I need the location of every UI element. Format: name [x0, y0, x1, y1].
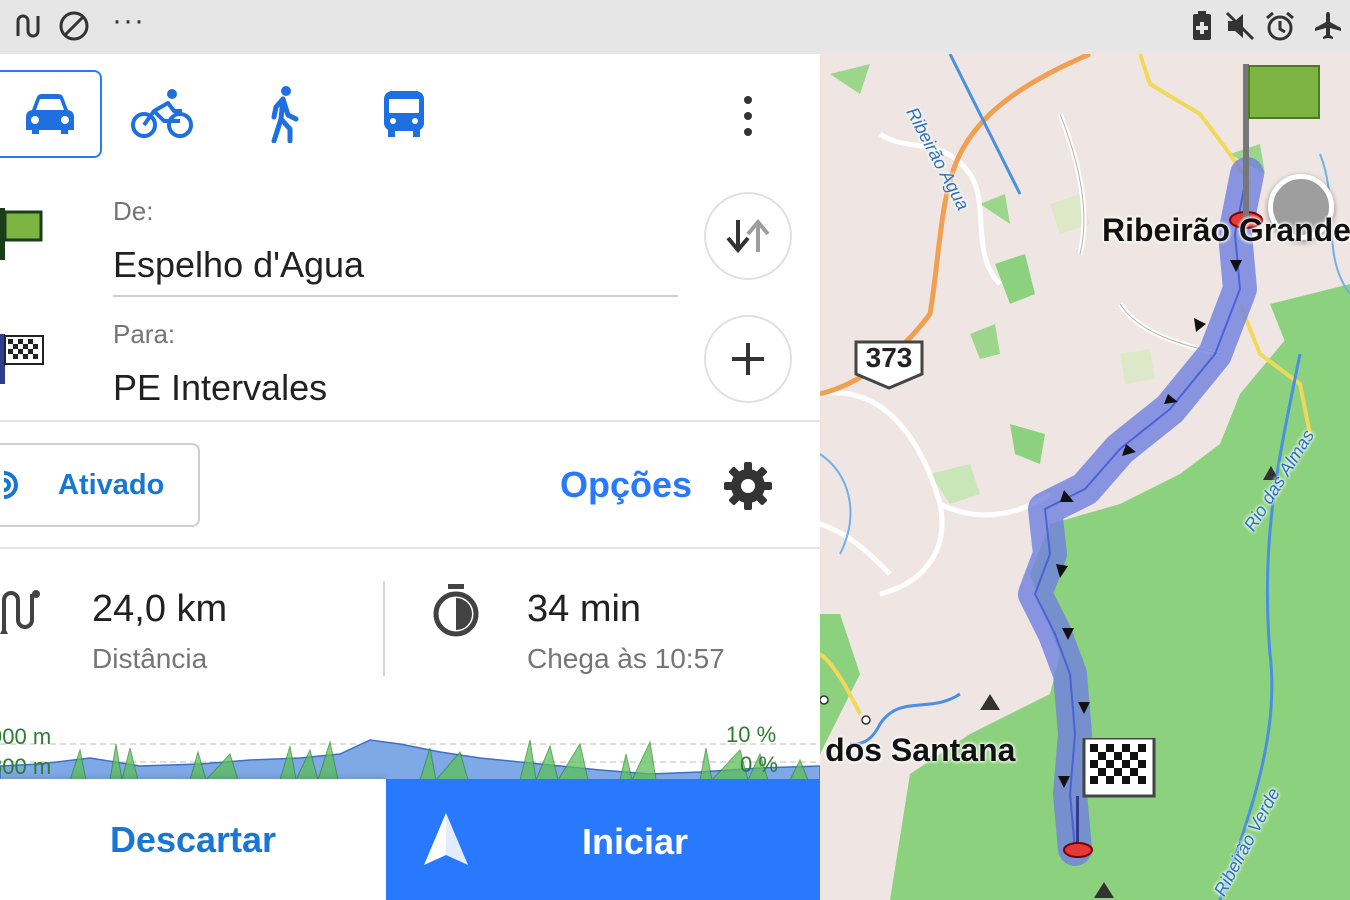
town-label-ribeirao-grande: Ribeirão Grande: [1102, 212, 1350, 248]
mute-icon: [1222, 8, 1258, 44]
pedestrian-icon: [271, 86, 299, 143]
status-bar: ···: [0, 0, 1350, 54]
start-label: Iniciar: [582, 821, 689, 862]
distance-icon: [0, 584, 44, 643]
sound-on-icon: [3, 471, 18, 499]
route-icon: [10, 8, 46, 44]
bicycle-mode-button[interactable]: [112, 70, 212, 158]
to-label: Para:: [113, 319, 176, 349]
voice-guidance-toggle[interactable]: Ativado: [0, 443, 200, 527]
plus-icon: [732, 343, 764, 375]
swap-icon: [726, 218, 770, 254]
navigation-arrow-icon: [424, 813, 468, 865]
divider: [0, 420, 820, 422]
kebab-dot: [744, 128, 752, 136]
bicycle-icon: [131, 89, 193, 138]
divider: [0, 547, 820, 549]
settings-gear-icon[interactable]: [722, 460, 774, 517]
slope-top-label: 10 %: [726, 722, 777, 747]
airplane-mode-icon: [1310, 8, 1346, 44]
stats-divider: [383, 581, 385, 676]
discard-label: Descartar: [109, 818, 277, 860]
swap-points-button[interactable]: [704, 192, 792, 280]
arrival-time: Chega às 10:57: [527, 643, 725, 674]
from-field[interactable]: Espelho d'Agua: [113, 244, 364, 286]
discard-button[interactable]: Descartar: [0, 779, 386, 900]
more-options-menu-button[interactable]: [730, 92, 766, 140]
finish-flag-icon: [0, 332, 46, 391]
alarm-icon: [1262, 8, 1298, 44]
from-label: De:: [113, 196, 154, 226]
town-label-bairro-dos-santana: Bairro dos Santana: [820, 732, 1016, 768]
do-not-disturb-icon: [56, 8, 92, 44]
map-view[interactable]: 373 Ribeirão Grande Bairro dos Santana R…: [820, 54, 1350, 900]
start-navigation-button[interactable]: Iniciar: [386, 779, 820, 900]
elevation-profile: 900 m 800 m 10 % 0 %: [0, 714, 820, 782]
road-shield-373: 373: [852, 338, 926, 390]
town-label-clip: Bairro dos Santana: [820, 732, 1060, 780]
distance-value: 24,0 km: [92, 588, 228, 630]
from-field-underline: [113, 295, 678, 297]
battery-saver-icon: [1184, 8, 1220, 44]
elevation-top-label: 900 m: [0, 724, 52, 749]
map-finish-flag-icon[interactable]: [1060, 736, 1156, 869]
town-label-clip: Ribeirão Grande: [1102, 212, 1350, 260]
more-notifications-icon: ···: [112, 4, 145, 37]
elevation-bottom-label: 800 m: [0, 754, 52, 779]
timer-icon: [430, 582, 482, 643]
route-planner-panel: De: Espelho d'Agua Para: PE Intervales A…: [0, 54, 820, 900]
car-icon: [26, 94, 74, 134]
car-mode-button[interactable]: [0, 70, 102, 158]
options-button[interactable]: Opções: [560, 464, 692, 506]
kebab-dot: [744, 112, 752, 120]
public-transport-mode-button[interactable]: [354, 70, 454, 158]
slope-bottom-label: 0 %: [740, 752, 778, 777]
voice-guidance-label: Ativado: [58, 468, 165, 501]
road-shield-label: 373: [865, 342, 913, 373]
duration-value: 34 min: [527, 588, 642, 630]
start-flag-icon: [0, 206, 46, 265]
distance-label: Distância: [92, 643, 208, 674]
bus-icon: [384, 91, 424, 137]
add-waypoint-button[interactable]: [704, 315, 792, 403]
to-field[interactable]: PE Intervales: [113, 367, 327, 409]
kebab-dot: [744, 96, 752, 104]
walk-mode-button[interactable]: [234, 70, 334, 158]
